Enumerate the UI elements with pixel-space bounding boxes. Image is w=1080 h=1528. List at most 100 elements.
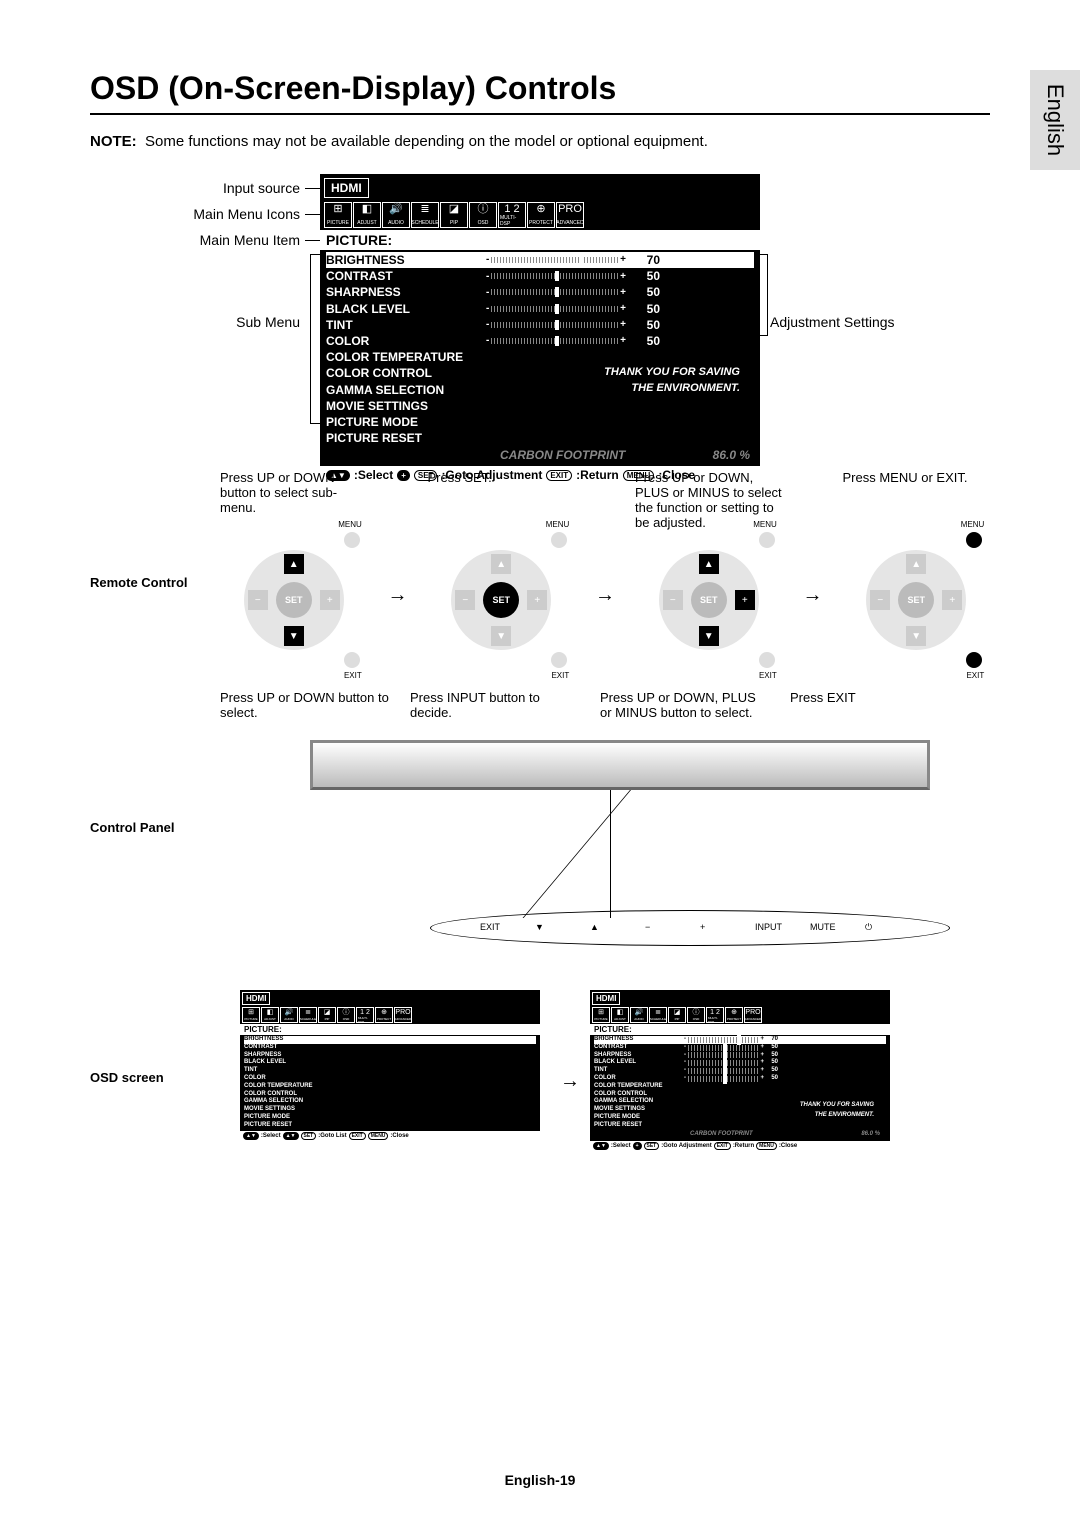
menu-icon-audio: 🔊AUDIO [382, 202, 410, 228]
page-number: English-19 [0, 1472, 1080, 1488]
set-button: SET [898, 582, 934, 618]
menu-icon-picture: ⊞PICTURE [324, 202, 352, 228]
cp-button-label: ⏻ [865, 922, 872, 933]
menu-icon-protect: ⊕PROTECT [375, 1007, 393, 1023]
osd-item: MOVIE SETTINGS [244, 1106, 536, 1114]
remote-control-section: Remote Control Press UP or DOWN button t… [90, 470, 990, 660]
set-button: SET [276, 582, 312, 618]
exit-button [344, 652, 360, 668]
menu-button [344, 532, 360, 548]
menu-button [759, 532, 775, 548]
cp-button-label: − [645, 922, 650, 932]
exit-button [966, 652, 982, 668]
label-adjustment-settings: Adjustment Settings [770, 314, 895, 330]
monitor-body-illustration [310, 740, 930, 790]
menu-icon-audio: 🔊AUDIO [280, 1007, 298, 1023]
osd-small-left: HDMI⊞PICTURE◧ADJUST🔊AUDIO≣SCHEDULE◪PIPⓘO… [240, 990, 540, 1141]
minus-button: − [663, 590, 683, 610]
label-sub-menu: Sub Menu [150, 314, 300, 330]
exit-button [759, 652, 775, 668]
plus-button: + [320, 590, 340, 610]
menu-icon-picture: ⊞PICTURE [242, 1007, 260, 1023]
osd-item: COLOR TEMPERATURE [594, 1083, 886, 1091]
plus-button: + [527, 590, 547, 610]
cp-button-label: ▼ [535, 922, 544, 932]
osd-item: GAMMA SELECTION [244, 1098, 536, 1106]
cp-button-label: + [700, 922, 705, 932]
remote-pad: ▲▼−+SETMENUEXIT [441, 540, 561, 660]
osd-item: PICTURE MODE [244, 1114, 536, 1122]
osd-item: BRIGHTNESS-+70 [326, 252, 754, 268]
up-button: ▲ [906, 554, 926, 574]
osd-section-title: PICTURE: [320, 230, 760, 250]
up-button: ▲ [699, 554, 719, 574]
osd-small-right: HDMI⊞PICTURE◧ADJUST🔊AUDIO≣SCHEDULE◪PIPⓘO… [590, 990, 890, 1151]
page-title: OSD (On-Screen-Display) Controls [90, 70, 990, 107]
osd-submenu: BRIGHTNESS-+70CONTRAST-+50SHARPNESS-+50B… [320, 250, 760, 448]
down-button: ▼ [906, 626, 926, 646]
osd-item: BLACK LEVEL-+50 [594, 1059, 886, 1067]
menu-button [551, 532, 567, 548]
osd-item: MOVIE SETTINGS [326, 398, 754, 414]
minus-button: − [455, 590, 475, 610]
exit-button [551, 652, 567, 668]
menu-icon-protect: ⊕PROTECT [725, 1007, 743, 1023]
menu-icon-adjust: ◧ADJUST [261, 1007, 279, 1023]
osd-item: TINT [244, 1067, 536, 1075]
osd-item: CONTRAST [244, 1044, 536, 1052]
osd-item: COLOR TEMPERATURE [326, 349, 754, 365]
menu-icon-schedule: ≣SCHEDULE [299, 1007, 317, 1023]
up-button: ▲ [284, 554, 304, 574]
osd-item: COLOR-+50 [326, 333, 754, 349]
osd-item: CONTRAST-+50 [326, 268, 754, 284]
menu-icon-pip: ◪PIP [668, 1007, 686, 1023]
menu-icon-multi-dsp: 1 2MULTI-DSP [498, 202, 526, 228]
label-osd-screen: OSD screen [90, 1070, 164, 1085]
osd-item: TINT-+50 [594, 1067, 886, 1075]
osd-item: CONTRAST-+50 [594, 1044, 886, 1052]
osd-item: PICTURE MODE [326, 414, 754, 430]
label-control-panel: Control Panel [90, 820, 175, 835]
osd-item: COLOR CONTROL [594, 1091, 886, 1099]
osd-item: COLOR TEMPERATURE [244, 1083, 536, 1091]
menu-icon-audio: 🔊AUDIO [630, 1007, 648, 1023]
label-main-menu-icons: Main Menu Icons [150, 206, 300, 222]
cp-button-label: EXIT [480, 922, 500, 932]
main-menu-icon-row: ⊞PICTURE◧ADJUST🔊AUDIO≣SCHEDULE◪PIPⓘOSD1 … [320, 202, 760, 230]
set-button: SET [483, 582, 519, 618]
osd-item: COLOR CONTROL [244, 1091, 536, 1099]
osd-item: PICTURE RESET [244, 1122, 536, 1130]
menu-icon-multi-dsp: 1 2MULTI-DSP [706, 1007, 724, 1023]
menu-button [966, 532, 982, 548]
osd-item: PICTURE RESET [594, 1122, 886, 1130]
menu-icon-protect: ⊕PROTECT [527, 202, 555, 228]
osd-item: SHARPNESS-+50 [594, 1052, 886, 1060]
menu-icon-multi-dsp: 1 2MULTI-DSP [356, 1007, 374, 1023]
down-button: ▼ [491, 626, 511, 646]
cp-button-label: ▲ [590, 922, 599, 932]
menu-icon-advanced: PROADVANCED [394, 1007, 412, 1023]
divider [90, 113, 990, 115]
arrow-icon: → [803, 584, 823, 607]
menu-icon-advanced: PROADVANCED [744, 1007, 762, 1023]
label-main-menu-item: Main Menu Item [150, 232, 300, 248]
osd-item: TINT-+50 [326, 317, 754, 333]
remote-pad: ▲▼−+SETMENUEXIT [649, 540, 769, 660]
note-line: NOTE: Some functions may not be availabl… [90, 133, 990, 150]
down-button: ▼ [699, 626, 719, 646]
remote-step: Press UP or DOWN button to select sub-me… [220, 470, 368, 660]
plus-button: + [735, 590, 755, 610]
menu-icon-adjust: ◧ADJUST [611, 1007, 629, 1023]
down-button: ▼ [284, 626, 304, 646]
control-panel-section: Press UP or DOWN button to select.Press … [90, 690, 990, 970]
osd-item: SHARPNESS [244, 1052, 536, 1060]
osd-input-label: HDMI [324, 178, 369, 198]
menu-icon-schedule: ≣SCHEDULE [411, 202, 439, 228]
remote-step: Press MENU or EXIT.▲▼−+SETMENUEXIT [843, 470, 991, 660]
menu-icon-adjust: ◧ADJUST [353, 202, 381, 228]
osd-item: BRIGHTNESS-+70 [594, 1036, 886, 1044]
menu-icon-schedule: ≣SCHEDULE [649, 1007, 667, 1023]
minus-button: − [870, 590, 890, 610]
carbon-footprint-row: CARBON FOOTPRINT86.0 % [320, 448, 760, 466]
osd-main-panel: HDMI ⊞PICTURE◧ADJUST🔊AUDIO≣SCHEDULE◪PIPⓘ… [320, 174, 760, 484]
